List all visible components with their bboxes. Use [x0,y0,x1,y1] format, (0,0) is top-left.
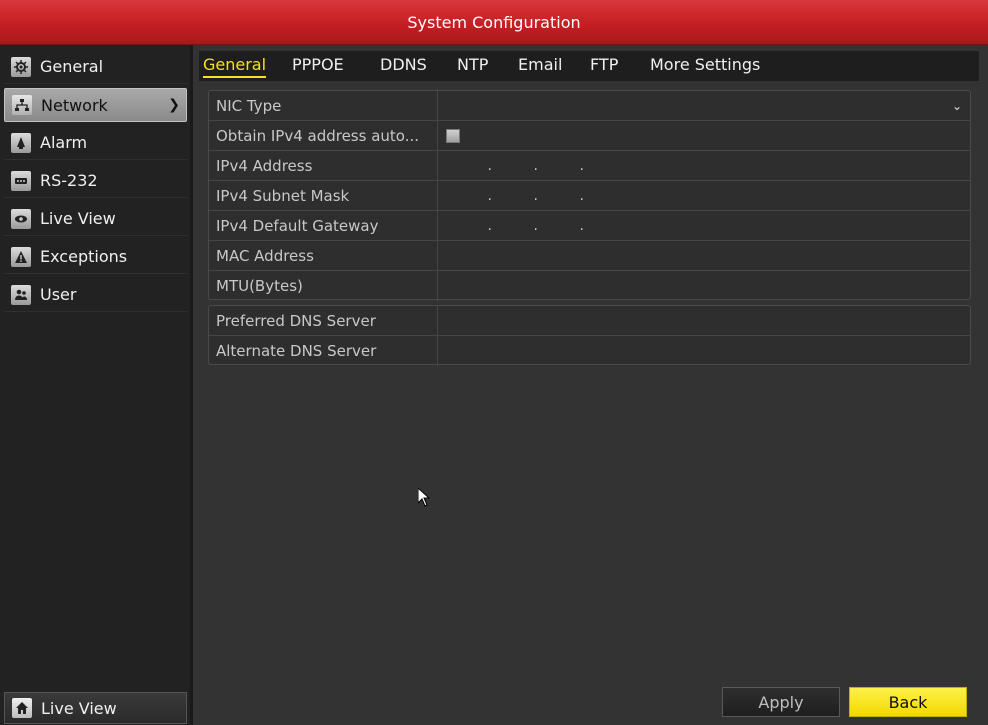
title-bar: System Configuration [0,0,988,45]
subnet-mask-label: IPv4 Subnet Mask [209,181,438,210]
tab-bar: General PPPOE DDNS NTP Email FTP More Se… [199,51,979,81]
dns-settings-panel: Preferred DNS Server Alternate DNS Serve… [208,305,971,366]
dhcp-row: Obtain IPv4 address auto... [209,121,970,151]
sidebar-item-label: Network [41,95,108,115]
subnet-mask-row: IPv4 Subnet Mask ... [209,181,970,211]
sidebar: General Network ❯ Alarm RS-232 Live View… [0,45,193,725]
alarm-icon [11,132,31,153]
mtu-row: MTU(Bytes) [209,271,970,301]
tab-general[interactable]: General [203,55,267,78]
live-view-button[interactable]: Live View [4,692,187,724]
home-icon [12,698,32,718]
window-title: System Configuration [407,12,581,32]
sidebar-item-label: RS-232 [40,171,98,190]
alternate-dns-row: Alternate DNS Server [209,336,970,366]
sidebar-item-exceptions[interactable]: Exceptions [4,240,187,274]
apply-button[interactable]: Apply [722,687,840,717]
sidebar-item-general[interactable]: General [4,50,187,84]
network-settings-panel: NIC Type ⌄ Obtain IPv4 address auto... I… [208,90,971,301]
preferred-dns-input[interactable] [438,306,970,335]
ipv4-address-input[interactable]: ... [438,151,970,180]
sidebar-item-network[interactable]: Network ❯ [4,88,187,122]
nic-type-select[interactable]: ⌄ [438,91,970,120]
nic-type-row: NIC Type ⌄ [209,91,970,121]
ipv4-address-dots: ... [487,157,584,174]
chevron-down-icon: ⌄ [951,99,962,113]
mouse-cursor-icon [417,486,431,512]
alternate-dns-input[interactable] [438,336,970,366]
back-button[interactable]: Back [849,687,967,717]
subnet-mask-dots: ... [487,187,584,204]
main-content: General PPPOE DDNS NTP Email FTP More Se… [193,45,988,725]
dhcp-checkbox[interactable] [446,128,460,143]
ipv4-address-row: IPv4 Address ... [209,151,970,181]
mac-address-value [438,241,970,270]
mac-address-row: MAC Address [209,241,970,271]
network-icon [12,95,32,115]
sidebar-item-rs232[interactable]: RS-232 [4,164,187,198]
sidebar-item-label: User [40,285,77,304]
dhcp-cell [438,121,970,150]
gateway-label: IPv4 Default Gateway [209,211,438,240]
gear-icon [11,56,31,77]
chevron-right-icon: ❯ [168,97,180,113]
sidebar-item-user[interactable]: User [4,278,187,312]
tab-more-settings[interactable]: More Settings [650,55,760,76]
tab-pppoe[interactable]: PPPOE [292,55,344,76]
gateway-input[interactable]: ... [438,211,970,240]
sidebar-item-label: Live View [40,209,116,228]
preferred-dns-row: Preferred DNS Server [209,306,970,336]
live-view-label: Live View [41,698,117,718]
users-icon [11,284,31,305]
alternate-dns-label: Alternate DNS Server [209,336,438,366]
sidebar-item-label: Exceptions [40,247,128,266]
gateway-row: IPv4 Default Gateway ... [209,211,970,241]
sidebar-item-label: Alarm [40,133,88,152]
sidebar-item-alarm[interactable]: Alarm [4,126,187,160]
tab-ftp[interactable]: FTP [590,55,618,76]
serial-icon [11,170,31,191]
subnet-mask-input[interactable]: ... [438,181,970,210]
system-configuration-window: System Configuration General Network ❯ A… [0,0,988,725]
tab-email[interactable]: Email [518,55,562,76]
tab-ddns[interactable]: DDNS [380,55,427,76]
sidebar-item-label: General [40,57,104,76]
mtu-label: MTU(Bytes) [209,271,438,301]
sidebar-item-live-view[interactable]: Live View [4,202,187,236]
dhcp-label: Obtain IPv4 address auto... [209,121,438,150]
warning-icon [11,246,31,267]
preferred-dns-label: Preferred DNS Server [209,306,438,335]
mac-address-label: MAC Address [209,241,438,270]
nic-type-label: NIC Type [209,91,438,120]
gateway-dots: ... [487,217,584,234]
eye-icon [11,208,31,229]
tab-ntp[interactable]: NTP [457,55,488,76]
mtu-input[interactable] [438,271,970,301]
ipv4-address-label: IPv4 Address [209,151,438,180]
